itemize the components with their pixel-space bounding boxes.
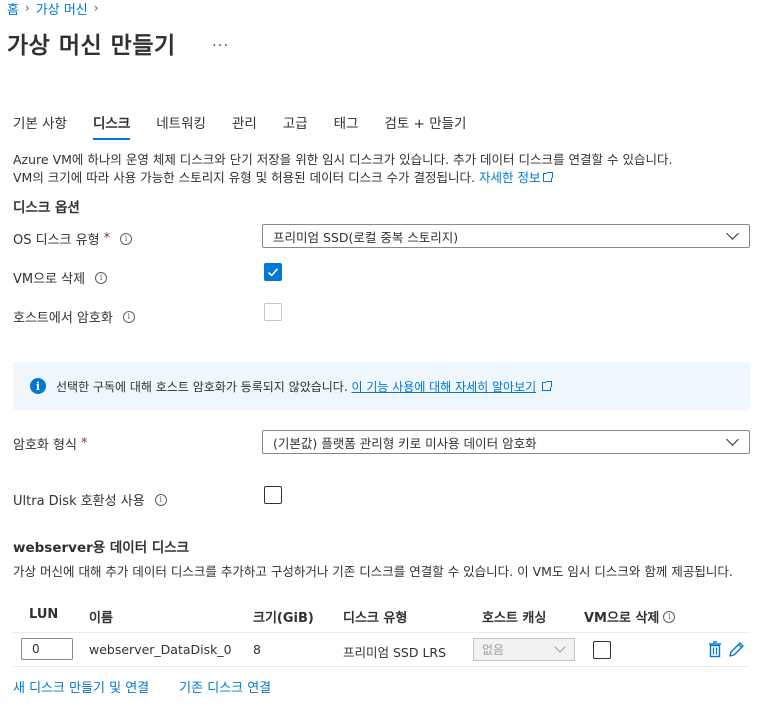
table-row: 0 webserver_DataDisk_0 8 프리미엄 SSD LRS 없음	[13, 633, 750, 667]
info-icon[interactable]: i	[122, 310, 135, 323]
host-encryption-info-bar: i 선택한 구독에 대해 호스트 암호화가 등록되지 않았습니다. 이 기능 사…	[13, 362, 750, 410]
info-icon[interactable]: i	[120, 232, 133, 245]
info-icon[interactable]: i	[95, 271, 108, 284]
page-title: 가상 머신 만들기	[7, 33, 176, 59]
pencil-icon[interactable]	[728, 641, 745, 658]
description-line-2: VM의 크기에 따라 사용 가능한 스토리지 유형 및 허용된 데이터 디스크 …	[13, 169, 763, 187]
row-delete-with-vm-checkbox[interactable]	[593, 641, 611, 659]
host-encryption-label: 호스트에서 암호화 i	[13, 307, 135, 326]
disk-size-cell: 8	[253, 642, 261, 657]
tab-advanced[interactable]: 고급	[283, 112, 308, 140]
description-line-1: Azure VM에 하나의 운영 체제 디스크와 단기 저장을 위한 임시 디스…	[13, 152, 673, 167]
breadcrumb: 홈 › 가상 머신 ›	[7, 0, 99, 18]
tab-management[interactable]: 관리	[232, 112, 257, 140]
checkmark-icon	[267, 268, 279, 277]
column-header-lun: LUN	[29, 607, 59, 622]
encryption-type-label: 암호화 형식 *	[13, 436, 88, 453]
external-link-icon	[543, 172, 554, 182]
disk-name-cell: webserver_DataDisk_0	[89, 642, 232, 657]
host-encryption-learn-more-link[interactable]: 이 기능 사용에 대해 자세히 알아보기	[352, 378, 537, 395]
breadcrumb-virtual-machines[interactable]: 가상 머신	[36, 0, 88, 18]
learn-more-link[interactable]: 자세한 정보	[479, 170, 540, 185]
required-marker: *	[80, 436, 88, 451]
disks-description: Azure VM에 하나의 운영 체제 디스크와 단기 저장을 위한 임시 디스…	[13, 151, 763, 187]
data-disks-title: webserver용 데이터 디스크	[13, 540, 190, 556]
delete-with-vm-label: VM으로 삭제 i	[13, 268, 108, 287]
host-encryption-checkbox[interactable]	[264, 303, 282, 321]
required-marker: *	[103, 231, 111, 246]
external-link-icon	[542, 380, 553, 391]
disk-type-cell: 프리미엄 SSD LRS	[343, 645, 447, 660]
column-header-disk-type: 디스크 유형	[343, 611, 408, 626]
tab-review-create[interactable]: 검토 + 만들기	[384, 112, 466, 140]
column-header-name: 이름	[89, 611, 113, 626]
os-disk-type-select[interactable]: 프리미엄 SSD(로컬 중복 스토리지)	[262, 224, 750, 248]
column-header-host-caching: 호스트 캐싱	[482, 611, 547, 626]
table-divider	[13, 666, 750, 667]
tab-basics[interactable]: 기본 사항	[13, 112, 67, 140]
chevron-down-icon	[554, 641, 566, 653]
more-options-button[interactable]: ...	[212, 32, 229, 50]
create-attach-disk-link[interactable]: 새 디스크 만들기 및 연결	[13, 677, 149, 696]
tab-disks[interactable]: 디스크	[92, 112, 131, 140]
info-icon[interactable]: i	[154, 493, 167, 506]
lun-input[interactable]: 0	[21, 638, 73, 660]
attach-existing-disk-link[interactable]: 기존 디스크 연결	[179, 677, 271, 696]
column-header-delete-with-vm: VM으로 삭제 i	[584, 607, 676, 626]
trash-icon[interactable]	[708, 641, 722, 658]
ultra-disk-checkbox[interactable]	[264, 486, 282, 504]
tab-tags[interactable]: 태그	[334, 112, 359, 140]
ultra-disk-label: Ultra Disk 호환성 사용 i	[13, 490, 167, 509]
breadcrumb-home[interactable]: 홈	[7, 0, 19, 18]
encryption-type-select[interactable]: (기본값) 플랫폼 관리형 키로 미사용 데이터 암호화	[262, 430, 750, 454]
os-disk-type-label: OS 디스크 유형 * i	[13, 229, 133, 248]
chevron-down-icon	[726, 433, 739, 446]
chevron-right-icon: ›	[93, 1, 99, 15]
chevron-right-icon: ›	[24, 1, 30, 15]
disk-options-title: 디스크 옵션	[13, 200, 80, 216]
data-disk-actions: 새 디스크 만들기 및 연결 기존 디스크 연결	[13, 677, 271, 696]
tab-networking[interactable]: 네트워킹	[156, 112, 206, 140]
host-caching-select[interactable]: 없음	[473, 638, 575, 661]
info-icon[interactable]: i	[663, 610, 676, 623]
column-header-size: 크기(GiB)	[253, 611, 314, 626]
delete-with-vm-checkbox[interactable]	[264, 263, 282, 281]
data-disks-description: 가상 머신에 대해 추가 데이터 디스크를 추가하고 구성하거나 기존 디스크를…	[13, 564, 733, 579]
tab-bar: 기본 사항 디스크 네트워킹 관리 고급 태그 검토 + 만들기	[13, 112, 492, 140]
info-icon: i	[30, 378, 46, 394]
chevron-down-icon	[726, 227, 739, 240]
